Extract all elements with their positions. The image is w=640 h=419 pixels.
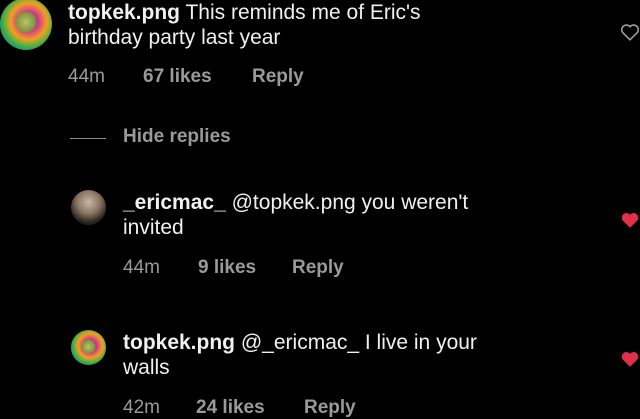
avatar[interactable] [71,190,106,225]
reply-button[interactable]: Reply [252,66,304,88]
comment-text: @topkek.png you weren't [231,191,469,214]
heart-filled-icon[interactable] [620,211,640,229]
heart-outline-icon[interactable] [620,23,640,41]
comment-meta: 44m 9 likes Reply [123,257,344,279]
comment-body: topkek.png @_ericmac_ I live in your wal… [123,330,477,380]
avatar[interactable] [71,330,106,365]
comment-text-line2: invited [123,216,184,239]
comment-text: @_ericmac_ I live in your [240,331,477,354]
comment-meta: 42m 24 likes Reply [123,397,356,419]
comment-meta: 44m 67 likes Reply [68,66,304,88]
comment-username[interactable]: topkek.png [68,1,180,24]
reply-button[interactable]: Reply [304,397,356,419]
comment-username[interactable]: _ericmac_ [123,191,226,214]
comment-text-line2: walls [123,356,170,379]
comment-time: 44m [123,257,160,278]
likes-count[interactable]: 9 likes [198,257,292,279]
comment-time: 42m [123,397,160,418]
reply-button[interactable]: Reply [292,257,344,279]
comment-text: This reminds me of Eric's [185,1,421,24]
comment-time: 44m [68,66,105,87]
likes-count[interactable]: 67 likes [143,66,252,88]
avatar[interactable] [0,0,52,50]
likes-count[interactable]: 24 likes [196,397,304,419]
comment-username[interactable]: topkek.png [123,331,235,354]
comment-body: _ericmac_ @topkek.png you weren't invite… [123,190,468,240]
divider-line [70,138,106,139]
heart-filled-icon[interactable] [620,350,640,368]
comment-body: topkek.png This reminds me of Eric's bir… [68,0,421,50]
hide-replies-button[interactable]: Hide replies [123,126,231,148]
comment-text-line2: birthday party last year [68,26,281,49]
